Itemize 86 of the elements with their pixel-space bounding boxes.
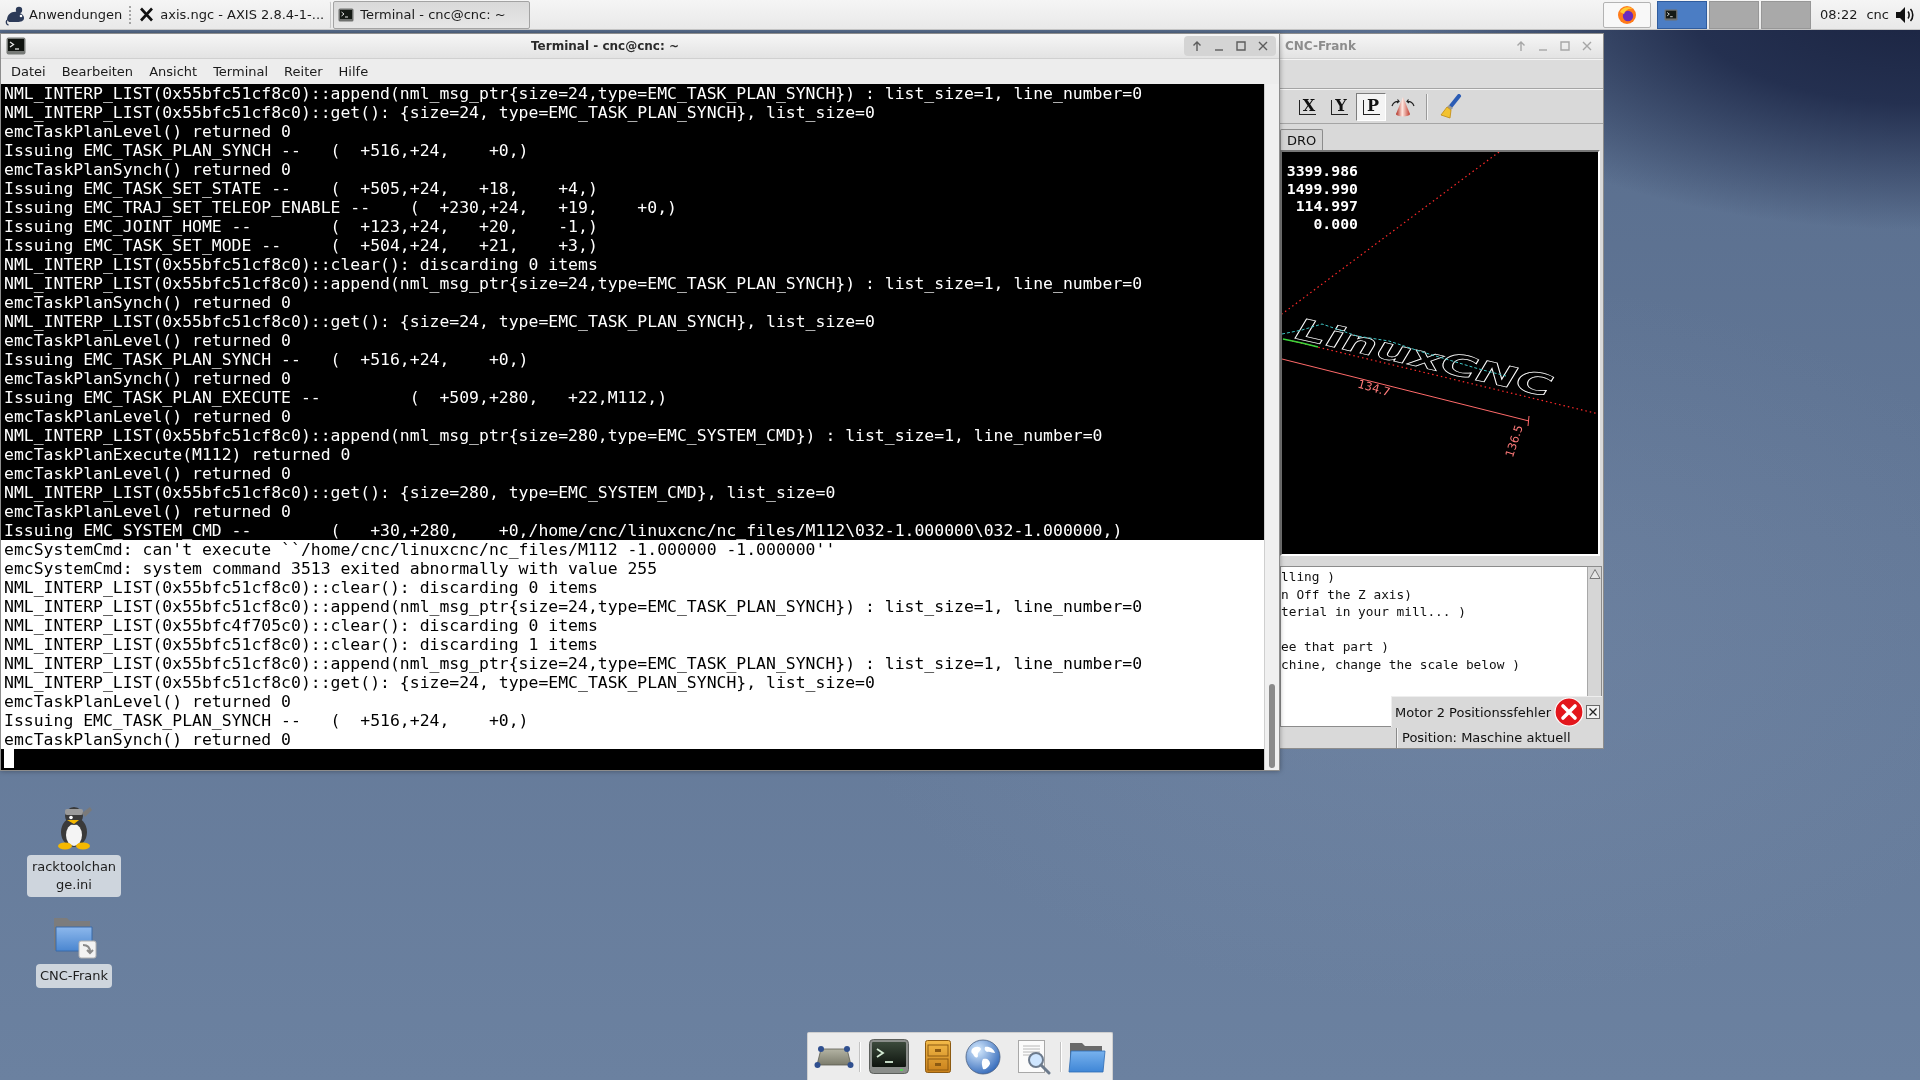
terminal-output-line: Issuing EMC_TASK_PLAN_SYNCH -- ( +516,+24, +0,) xyxy=(3,711,529,730)
terminal-output-line: emcTaskPlanLevel() returned 0 xyxy=(3,331,291,350)
workspace-button[interactable] xyxy=(1657,0,1707,29)
terminal-output-line: emcTaskPlanExecute(M112) returned 0 xyxy=(3,445,351,464)
terminal-output-line: NML_INTERP_LIST(0x55bfc51cf8c0)::get(): {size=280, type=EMC_SYSTEM_CMD}, list_size=0 xyxy=(3,483,836,502)
tab[interactable]: DRO xyxy=(1280,129,1324,150)
browser-launcher-button[interactable] xyxy=(1603,1,1651,28)
user-name-label[interactable]: cnc xyxy=(1866,7,1889,22)
gcode-line: ee that part ) xyxy=(1281,638,1389,656)
terminal-icon[interactable] xyxy=(6,37,26,55)
terminal-output-line: NML_INTERP_LIST(0x55bfc51cf8c0)::append(nml_msg_ptr{size=24,type=EMC_TASK_PLAN_SYNCH}) : list_size=1, line_number=0 xyxy=(3,597,1143,616)
terminal-output-line: emcTaskPlanLevel() returned 0 xyxy=(3,464,291,483)
menu-item[interactable]: Reiter xyxy=(276,59,331,84)
menu-item[interactable]: Terminal xyxy=(205,59,277,84)
browser-icon xyxy=(1617,4,1637,25)
notification-message: Motor 2 Positionssfehler xyxy=(1395,704,1552,720)
terminal-output-line: NML_INTERP_LIST(0x55bfc51cf8c0)::append(nml_msg_ptr{size=24,type=EMC_TASK_PLAN_SYNCH}) : list_size=1, line_number=0 xyxy=(3,274,1143,293)
grip-icon[interactable] xyxy=(128,4,133,25)
cross-icon xyxy=(139,7,155,22)
terminal-output-line: emcTaskPlanSynch() returned 0 xyxy=(3,730,291,749)
brush-icon xyxy=(1438,93,1464,120)
terminal-output-line: NML_INTERP_LIST(0x55bfc51cf8c0)::get(): {size=24, type=EMC_TASK_PLAN_SYNCH}, list_size=0 xyxy=(3,103,875,122)
file-cabinet-icon[interactable] xyxy=(924,1040,951,1073)
terminal-output-line: Issuing EMC_TASK_SET_MODE -- ( +504,+24, +21, +3,) xyxy=(3,236,598,255)
terminal-output-line: emcTaskPlanSynch() returned 0 xyxy=(3,160,291,179)
terminal-output-line: emcSystemCmd: system command 3513 exited abnormally with value 255 xyxy=(3,559,658,578)
clock-label: 08:22 xyxy=(1820,7,1858,22)
terminal-output-line: Issuing EMC_JOINT_HOME -- ( +123,+24, +20, -1,) xyxy=(3,217,598,236)
dro-value: 1499.990 xyxy=(1286,179,1358,198)
dro-value: 114.997 xyxy=(1295,197,1358,216)
status-text: Position: Maschine aktuell xyxy=(1397,728,1571,748)
view-button[interactable]: P xyxy=(1356,92,1386,121)
close-icon[interactable] xyxy=(1586,705,1601,719)
terminal-output-line: Issuing EMC_TASK_PLAN_EXECUTE -- ( +509,+280, +22,M112,) xyxy=(3,388,668,407)
terminal-output-line: Issuing EMC_TRAJ_SET_TELEOP_ENABLE -- ( +230,+24, +19, +0,) xyxy=(3,198,677,217)
terminal-icon xyxy=(1664,8,1678,21)
terminal-output-line: NML_INTERP_LIST(0x55bfc51cf8c0)::get(): {size=24, type=EMC_TASK_PLAN_SYNCH}, list_size=0 xyxy=(3,673,875,692)
terminal-output-line: emcTaskPlanLevel() returned 0 xyxy=(3,407,291,426)
terminal-output-line: Issuing EMC_TASK_PLAN_SYNCH -- ( +516,+24, +0,) xyxy=(3,350,529,369)
terminal-output-line: Issuing EMC_TASK_PLAN_SYNCH -- ( +516,+24, +0,) xyxy=(3,141,529,160)
terminal-output-line: Issuing EMC_TASK_SET_STATE -- ( +505,+24, +18, +4,) xyxy=(3,179,598,198)
terminal-output-line: NML_INTERP_LIST(0x55bfc51cf8c0)::append(nml_msg_ptr{size=280,type=EMC_SYSTEM_CMD}) : list_size=1, line_number=0 xyxy=(3,426,1103,445)
terminal-output-line: emcTaskPlanSynch() returned 0 xyxy=(3,293,291,312)
terminal-output-line: emcTaskPlanLevel() returned 0 xyxy=(3,122,291,141)
terminal-output-line: NML_INTERP_LIST(0x55bfc51cf8c0)::clear(): discarding 1 items xyxy=(3,635,598,654)
window-title: CNC-Frank xyxy=(1285,39,1357,53)
menu-item[interactable]: Datei xyxy=(3,59,54,84)
dimension-label: 136.5 xyxy=(1502,423,1526,459)
desktop-icon-label[interactable]: racktoolchange.ini xyxy=(27,855,121,897)
trapezoid-icon[interactable] xyxy=(813,1044,854,1069)
scroll-up-arrow-icon[interactable] xyxy=(1588,568,1601,580)
window-title: Terminal - cnc@cnc: ~ xyxy=(530,39,680,53)
terminal-output-line: emcSystemCmd: can't execute ``/home/cnc/linuxcnc/nc_files/M112 -1.000000 -1.000000'' xyxy=(3,540,836,559)
terminal-output-line: NML_INTERP_LIST(0x55bfc4f705c0)::clear(): discarding 0 items xyxy=(3,616,598,635)
taskbar-button[interactable]: Terminal - cnc@cnc: ~ xyxy=(333,0,531,29)
dro-value: 0.000 xyxy=(1313,215,1358,233)
gcode-line: lling ) xyxy=(1281,568,1335,586)
gcode-line: chine, change the scale below ) xyxy=(1281,655,1520,673)
terminal-output-line: NML_INTERP_LIST(0x55bfc51cf8c0)::clear(): discarding 0 items xyxy=(3,578,598,597)
terminal-output-line: NML_INTERP_LIST(0x55bfc51cf8c0)::append(nml_msg_ptr{size=24,type=EMC_TASK_PLAN_SYNCH}) : list_size=1, line_number=0 xyxy=(3,84,1143,103)
document-search-icon[interactable] xyxy=(1016,1038,1053,1075)
menu-item[interactable]: Bearbeiten xyxy=(53,59,142,84)
menu-item[interactable]: Hilfe xyxy=(330,59,377,84)
desktop-icon-label[interactable]: CNC-Frank xyxy=(35,964,113,988)
terminal-output-line: NML_INTERP_LIST(0x55bfc51cf8c0)::append(nml_msg_ptr{size=24,type=EMC_TASK_PLAN_SYNCH}) : list_size=1, line_number=0 xyxy=(3,654,1143,673)
globe-icon[interactable] xyxy=(965,1038,1002,1075)
gcode-line: terial in your mill... ) xyxy=(1281,603,1466,621)
dro-value: 3399.986 xyxy=(1286,162,1358,180)
terminal-icon xyxy=(338,7,355,22)
view-button[interactable]: X xyxy=(1292,92,1322,121)
taskbar-button[interactable]: axis.ngc - AXIS 2.8.4-1-... xyxy=(134,0,332,29)
view-button[interactable]: Y xyxy=(1324,92,1354,121)
folder-icon[interactable] xyxy=(1068,1040,1107,1073)
scrollbar-thumb[interactable] xyxy=(1269,684,1275,768)
terminal-output-line: emcTaskPlanLevel() returned 0 xyxy=(3,692,291,711)
scrollbar-track[interactable] xyxy=(1264,84,1279,770)
terminal-output-line: Issuing EMC_SYSTEM_CMD -- ( +30,+280, +0,/home/cnc/linuxcnc/nc_files/M112\032-1.000000\032-1.000000,) xyxy=(3,521,1123,540)
terminal-output-line: NML_INTERP_LIST(0x55bfc51cf8c0)::clear(): discarding 0 items xyxy=(3,255,598,274)
applications-menu-button[interactable]: Anwendungen xyxy=(0,0,127,29)
gcode-line: n Off the Z axis) xyxy=(1281,585,1412,603)
terminal-output-line: emcTaskPlanSynch() returned 0 xyxy=(3,369,291,388)
terminal-output-line: NML_INTERP_LIST(0x55bfc51cf8c0)::get(): {size=24, type=EMC_TASK_PLAN_SYNCH}, list_size=0 xyxy=(3,312,875,331)
maximize-icon[interactable] xyxy=(1234,39,1248,53)
terminal-output-line: emcTaskPlanLevel() returned 0 xyxy=(3,502,291,521)
menu-item[interactable]: Ansicht xyxy=(141,59,206,84)
terminal-icon[interactable] xyxy=(868,1039,909,1074)
